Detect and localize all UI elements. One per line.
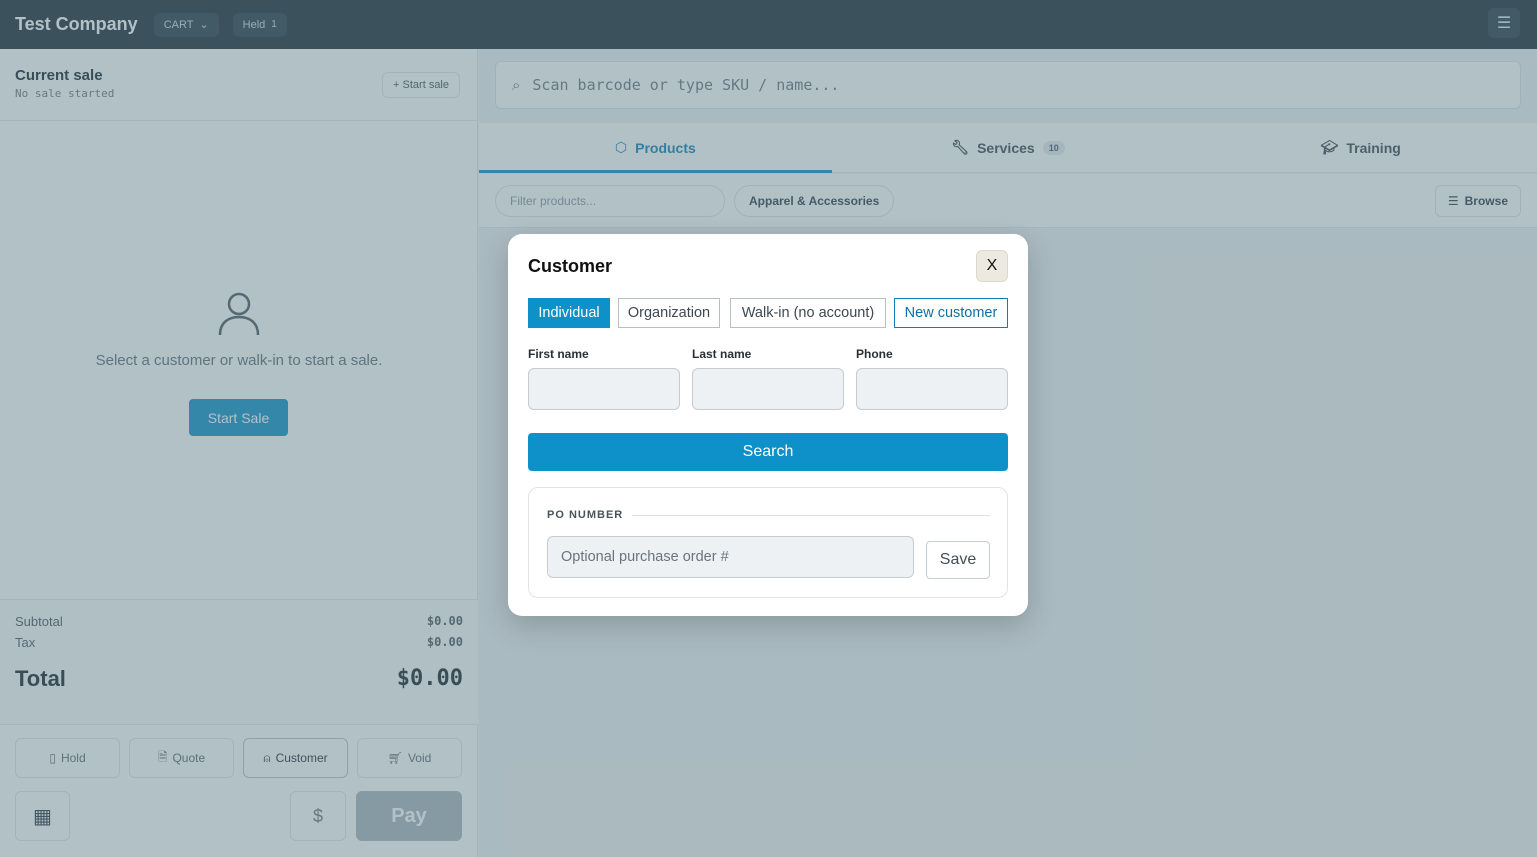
segment-new-customer[interactable]: New customer: [894, 298, 1008, 328]
first-name-label: First name: [528, 347, 589, 361]
segment-walk-in[interactable]: Walk-in (no account): [730, 298, 886, 328]
po-number-label: PO NUMBER: [547, 509, 624, 521]
po-number-section: PO NUMBER Optional purchase order # Save: [528, 487, 1008, 598]
phone-label: Phone: [856, 347, 893, 361]
dialog-title: Customer: [528, 256, 613, 276]
po-save-button[interactable]: Save: [926, 541, 990, 579]
po-number-input[interactable]: Optional purchase order #: [547, 536, 914, 578]
search-button[interactable]: Search: [528, 433, 1008, 471]
segment-organization[interactable]: Organization: [618, 298, 720, 328]
first-name-field[interactable]: [528, 368, 680, 410]
customer-dialog: Customer X Individual Organization Walk-…: [508, 234, 1028, 616]
po-divider: [632, 515, 990, 516]
last-name-label: Last name: [692, 347, 752, 361]
segment-individual[interactable]: Individual: [528, 298, 610, 328]
phone-field[interactable]: [856, 368, 1008, 410]
last-name-field[interactable]: [692, 368, 844, 410]
close-button[interactable]: X: [976, 250, 1008, 282]
